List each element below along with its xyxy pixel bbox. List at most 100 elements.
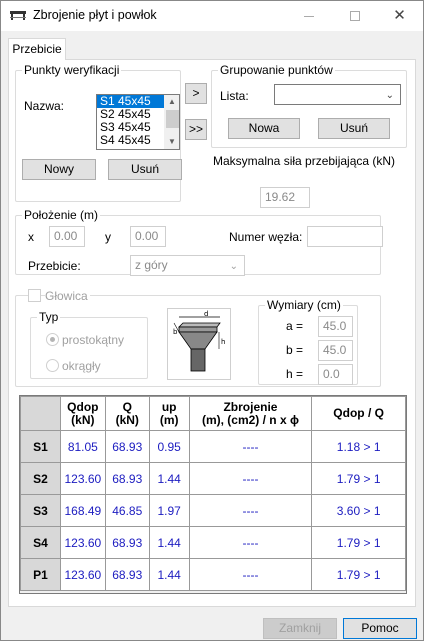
grouping-group: Grupowanie punktów Lista: ⌄ Nowa Usuń	[211, 63, 407, 148]
header-reinforcement-line1: Zbrojenie	[223, 399, 278, 414]
verification-points-legend: Punkty weryfikacji	[22, 63, 122, 77]
header-qdop-line2: (kN)	[71, 412, 95, 427]
tab-przebicie[interactable]: Przebicie	[8, 38, 66, 60]
a-field[interactable]: 45.0	[318, 316, 353, 337]
scroll-up-icon[interactable]: ▲	[168, 97, 176, 106]
listbox-scrollbar[interactable]: ▲ ▼	[164, 95, 179, 149]
cell-q: 68.93	[104, 462, 150, 495]
cell-reinforcement: ----	[188, 526, 313, 559]
header-q-line2: (kN)	[115, 412, 139, 427]
cell-qdop: 81.05	[59, 430, 106, 463]
position-legend: Położenie (m)	[22, 208, 101, 222]
cell-ratio: 1.18 > 1	[311, 430, 406, 463]
punching-direction-value: z góry	[135, 258, 168, 272]
cell-ratio: 1.79 > 1	[311, 526, 406, 559]
group-list-select[interactable]: ⌄	[274, 84, 401, 105]
minimize-button[interactable]	[286, 1, 331, 31]
cell-qdop: 123.60	[59, 558, 106, 591]
help-button[interactable]: Pomoc	[343, 618, 417, 639]
punching-direction-select[interactable]: z góry ⌄	[130, 255, 245, 276]
diagram-b-label: b	[173, 328, 178, 336]
delete-point-button[interactable]: Usuń	[108, 159, 182, 180]
close-icon: ✕	[393, 7, 406, 24]
row-header[interactable]: S4	[20, 526, 61, 559]
cell-up: 1.44	[148, 526, 190, 559]
add-all-points-button[interactable]: >>	[185, 119, 207, 140]
round-radio[interactable]	[46, 359, 59, 372]
cell-up: 1.44	[148, 462, 190, 495]
table-row[interactable]: S1 81.05 68.93 0.95 ---- 1.18 > 1	[20, 430, 406, 463]
chevron-down-icon: ⌄	[229, 261, 238, 272]
h-field[interactable]: 0.0	[318, 364, 353, 385]
scrollbar-thumb[interactable]	[166, 110, 179, 128]
list-label: Lista:	[220, 89, 249, 103]
cell-reinforcement: ----	[188, 430, 313, 463]
cell-up: 1.44	[148, 558, 190, 591]
cell-q: 68.93	[104, 526, 150, 559]
header-up-line1: up	[161, 399, 177, 414]
header-up[interactable]: up (m)	[148, 396, 190, 431]
window-title: Zbrojenie płyt i powłok	[33, 8, 157, 22]
dimensions-legend: Wymiary (cm)	[265, 298, 343, 312]
header-qdop[interactable]: Qdop (kN)	[59, 396, 106, 431]
grouping-legend: Grupowanie punktów	[218, 63, 335, 77]
type-group: Typ prostokątny okrągły	[30, 310, 148, 379]
name-label: Nazwa:	[24, 99, 65, 113]
node-number-field[interactable]	[307, 226, 383, 247]
header-ratio[interactable]: Qdop / Q	[311, 396, 406, 431]
header-up-line2: (m)	[159, 412, 179, 427]
header-q[interactable]: Q (kN)	[104, 396, 150, 431]
table-header-row: Qdop (kN) Q (kN) up (m) Zbrojenie (m), (cm2)…	[20, 396, 406, 431]
cell-ratio: 3.60 > 1	[311, 494, 406, 527]
chevron-down-icon: ⌄	[385, 90, 394, 101]
verification-points-group: Punkty weryfikacji Nazwa: S1 45x45 S2 45…	[15, 63, 182, 202]
delete-group-button[interactable]: Usuń	[318, 118, 390, 139]
cell-q: 68.93	[104, 558, 150, 591]
max-force-label: Maksymalna siła przebijająca (kN)	[213, 154, 396, 168]
b-label: b =	[286, 343, 304, 357]
maximize-button[interactable]	[332, 1, 377, 31]
table-row[interactable]: S3 168.49 46.85 1.97 ---- 3.60 > 1	[20, 494, 406, 527]
header-ratio-line1: Qdop / Q	[333, 406, 384, 420]
new-group-button[interactable]: Nowa	[228, 118, 300, 139]
scroll-down-icon[interactable]: ▼	[168, 137, 176, 146]
cell-reinforcement: ----	[188, 558, 313, 591]
list-item[interactable]: S4 45x45	[97, 134, 164, 147]
cell-reinforcement: ----	[188, 462, 313, 495]
add-point-button[interactable]: >	[185, 83, 207, 104]
results-table: Qdop (kN) Q (kN) up (m) Zbrojenie (m), (cm2)…	[19, 395, 407, 594]
points-listbox[interactable]: S1 45x45 S2 45x45 S3 45x45 S4 45x45 ▲ ▼	[96, 94, 180, 150]
type-legend: Typ	[37, 310, 61, 324]
y-field[interactable]: 0.00	[130, 226, 166, 247]
cell-q: 46.85	[104, 494, 150, 527]
new-point-button[interactable]: Nowy	[22, 159, 96, 180]
row-header[interactable]: P1	[20, 558, 61, 591]
punching-label: Przebicie:	[28, 259, 81, 273]
position-group: Położenie (m) x 0.00 y 0.00 Numer węzła:…	[15, 208, 383, 276]
column-head-checkbox[interactable]	[28, 289, 41, 302]
cell-ratio: 1.79 > 1	[311, 462, 406, 495]
x-field[interactable]: 0.00	[49, 226, 85, 247]
cell-reinforcement: ----	[188, 494, 313, 527]
rectangular-radio[interactable]	[46, 333, 59, 346]
header-reinforcement-line2: (m), (cm2) / n x ϕ	[201, 412, 299, 427]
table-row[interactable]: P1 123.60 68.93 1.44 ---- 1.79 > 1	[20, 558, 406, 591]
minimize-icon	[303, 15, 314, 17]
slab-app-icon	[10, 11, 26, 20]
row-header[interactable]: S3	[20, 494, 61, 527]
dialog-window: Zbrojenie płyt i powłok ✕ Przebicie Punk…	[0, 0, 424, 641]
cell-up: 0.95	[148, 430, 190, 463]
column-head-diagram-icon: d b h	[173, 310, 225, 372]
row-header[interactable]: S2	[20, 462, 61, 495]
table-row[interactable]: S4 123.60 68.93 1.44 ---- 1.79 > 1	[20, 526, 406, 559]
y-label: y	[105, 230, 111, 244]
close-dialog-button[interactable]: Zamknij	[263, 618, 337, 639]
row-header[interactable]: S1	[20, 430, 61, 463]
header-reinforcement[interactable]: Zbrojenie (m), (cm2) / n x ϕ	[188, 396, 313, 431]
column-head-label: Głowica	[45, 289, 90, 303]
b-field[interactable]: 45.0	[318, 340, 353, 361]
results-grid: Qdop (kN) Q (kN) up (m) Zbrojenie (m), (cm2)…	[20, 396, 406, 591]
table-row[interactable]: S2 123.60 68.93 1.44 ---- 1.79 > 1	[20, 462, 406, 495]
close-button[interactable]: ✕	[377, 1, 422, 31]
cell-up: 1.97	[148, 494, 190, 527]
